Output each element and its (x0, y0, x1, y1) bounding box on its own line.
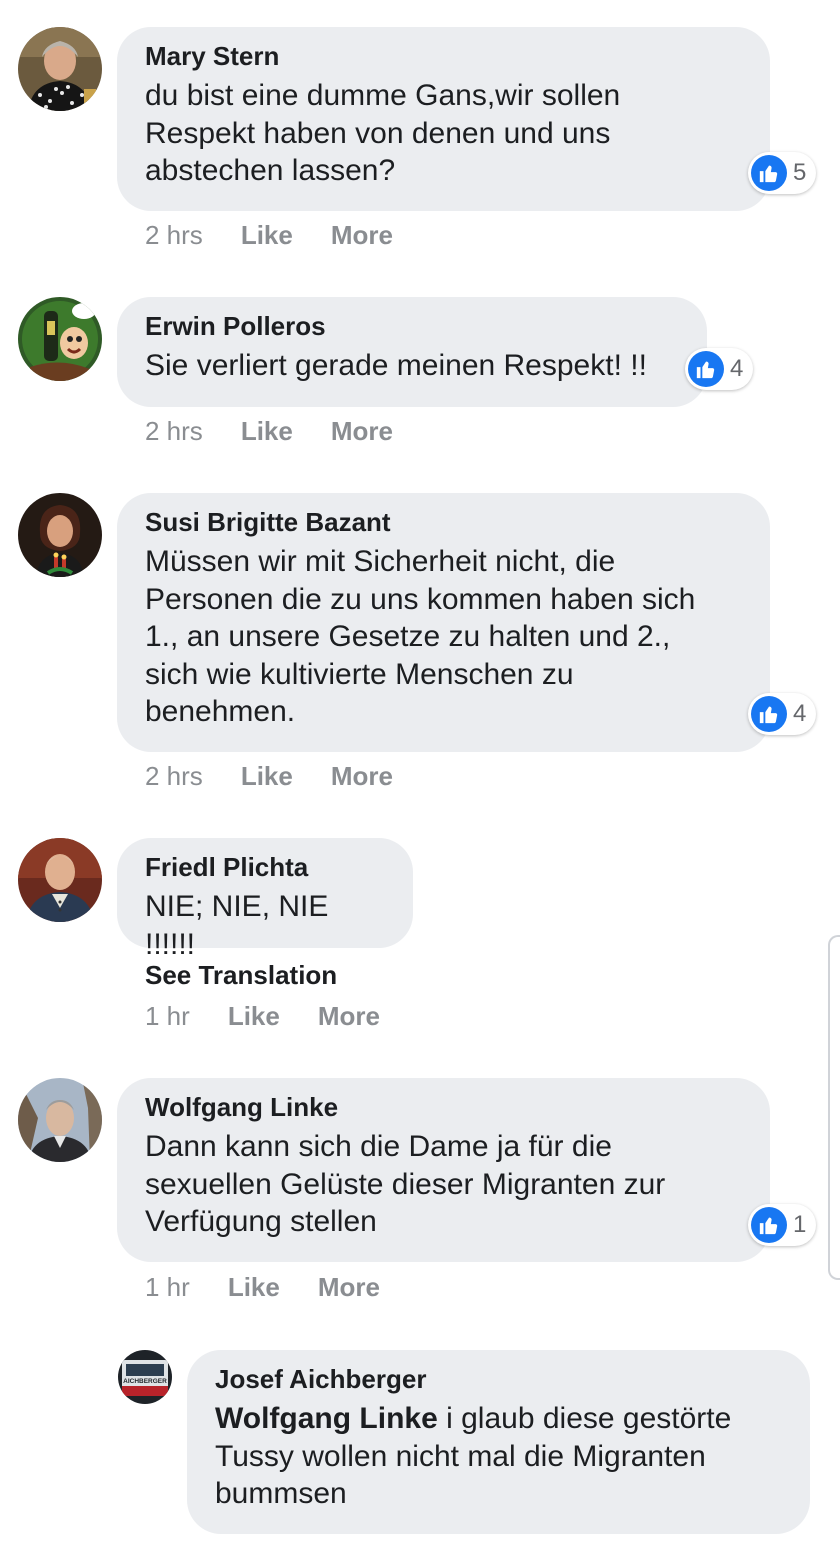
avatar[interactable]: AICHBERGER (118, 1350, 172, 1404)
more-button[interactable]: More (318, 1001, 380, 1032)
reaction-count: 5 (793, 159, 807, 186)
thumbs-up-icon (751, 155, 787, 191)
comment-actions: 1 hr Like More (145, 1001, 418, 1032)
reaction-badge[interactable]: 5 (748, 152, 817, 194)
timestamp[interactable]: 2 hrs (145, 416, 203, 447)
comment-author[interactable]: Susi Brigitte Bazant (145, 507, 742, 537)
timestamp[interactable]: 1 hr (145, 1272, 190, 1303)
comment-text: Sie verliert gerade meinen Respekt! !! (145, 349, 647, 382)
reaction-badge[interactable]: 1 (748, 1204, 817, 1246)
like-button[interactable]: Like (228, 1272, 280, 1303)
comment-author[interactable]: Erwin Polleros (145, 311, 679, 341)
more-button[interactable]: More (331, 761, 393, 792)
comment-actions: 2 hrs Like More (145, 761, 431, 792)
mention-link[interactable]: Wolfgang Linke (215, 1402, 438, 1435)
comment-author[interactable]: Mary Stern (145, 41, 742, 71)
comment-text: NIE; NIE, NIE !!!!!! (145, 890, 337, 961)
timestamp[interactable]: 2 hrs (145, 220, 203, 251)
avatar[interactable] (18, 1078, 102, 1162)
more-button[interactable]: More (331, 416, 393, 447)
thumbs-up-icon (751, 696, 787, 732)
avatar-caption: AICHBERGER (123, 1378, 167, 1385)
comment-bubble[interactable]: Erwin Polleros Sie verliert gerade meine… (117, 297, 707, 407)
thumbs-up-icon (751, 1207, 787, 1243)
avatar[interactable] (18, 838, 102, 922)
comment-text: Müssen wir mit Sicherheit nicht, die Per… (145, 545, 696, 728)
see-translation-link[interactable]: See Translation (145, 960, 337, 991)
more-button[interactable]: More (318, 1272, 380, 1303)
timestamp[interactable]: 2 hrs (145, 761, 203, 792)
comment-bubble[interactable]: Friedl Plichta NIE; NIE, NIE !!!!!! (117, 838, 413, 961)
more-button[interactable]: More (331, 220, 393, 251)
like-button[interactable]: Like (241, 761, 293, 792)
reaction-badge[interactable]: 4 (685, 348, 754, 390)
reaction-count: 4 (730, 355, 744, 382)
scrollbar[interactable] (828, 935, 840, 1280)
avatar[interactable] (18, 493, 102, 577)
timestamp[interactable]: 1 hr (145, 1001, 190, 1032)
avatar[interactable] (18, 27, 102, 111)
comment-bubble[interactable]: Josef Aichberger Wolfgang Linke i glaub … (187, 1350, 810, 1534)
comment-bubble[interactable]: Wolfgang Linke Dann kann sich die Dame j… (117, 1078, 770, 1262)
reaction-badge[interactable]: 4 (748, 693, 817, 735)
comment-text: Wolfgang Linke i glaub diese gestörte Tu… (215, 1400, 782, 1513)
comment-author[interactable]: Wolfgang Linke (145, 1092, 742, 1122)
comment-actions: 2 hrs Like More (145, 416, 431, 447)
comment-author[interactable]: Friedl Plichta (145, 852, 385, 882)
comment-text: du bist eine dumme Gans,wir sollen Respe… (145, 79, 621, 187)
like-button[interactable]: Like (241, 416, 293, 447)
comment-bubble[interactable]: Susi Brigitte Bazant Müssen wir mit Sich… (117, 493, 770, 752)
like-button[interactable]: Like (228, 1001, 280, 1032)
comment-author[interactable]: Josef Aichberger (215, 1364, 782, 1394)
thumbs-up-icon (688, 351, 724, 387)
comment-text: Dann kann sich die Dame ja für die sexue… (145, 1130, 666, 1238)
like-button[interactable]: Like (241, 220, 293, 251)
avatar[interactable] (18, 297, 102, 381)
comment-actions: 2 hrs Like More (145, 220, 431, 251)
comment-bubble[interactable]: Mary Stern du bist eine dumme Gans,wir s… (117, 27, 770, 211)
reaction-count: 1 (793, 1211, 807, 1238)
reaction-count: 4 (793, 700, 807, 727)
comment-actions: 1 hr Like More (145, 1272, 418, 1303)
